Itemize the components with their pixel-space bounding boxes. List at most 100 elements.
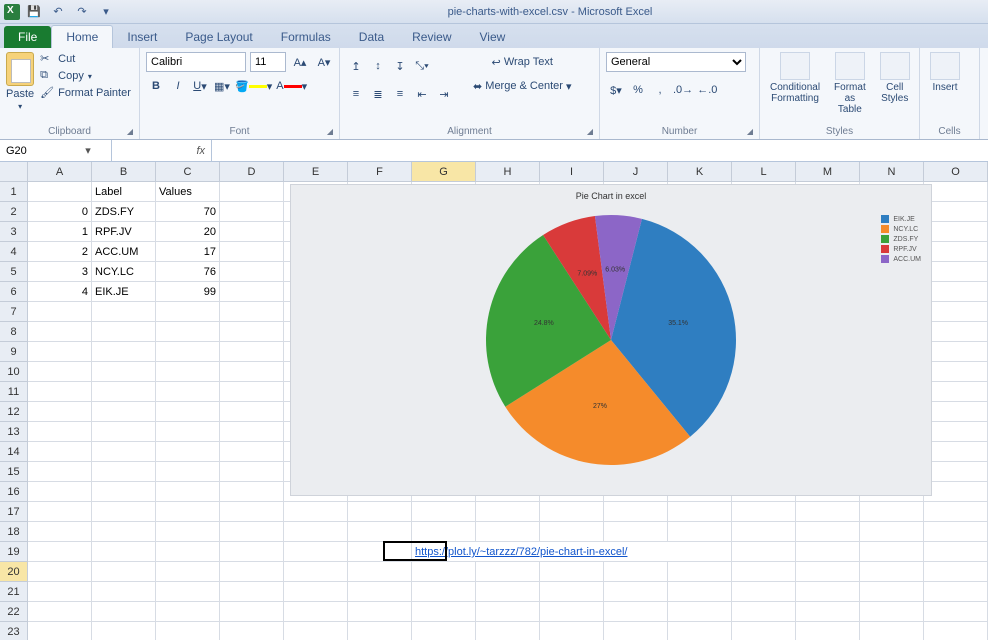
- cell-B11[interactable]: [92, 382, 156, 402]
- cell-styles-button[interactable]: Cell Styles: [876, 52, 914, 124]
- cell-A9[interactable]: [28, 342, 92, 362]
- cell-C20[interactable]: [156, 562, 220, 582]
- cell-M18[interactable]: [796, 522, 860, 542]
- cell-A20[interactable]: [28, 562, 92, 582]
- cell-B3[interactable]: RPF.JV: [92, 222, 156, 242]
- row-header-8[interactable]: 8: [0, 322, 28, 342]
- col-header-O[interactable]: O: [924, 162, 988, 182]
- cell-D22[interactable]: [220, 602, 284, 622]
- cell-L19[interactable]: [732, 542, 796, 562]
- col-header-I[interactable]: I: [540, 162, 604, 182]
- tab-view[interactable]: View: [466, 26, 520, 48]
- cell-D18[interactable]: [220, 522, 284, 542]
- cell-A17[interactable]: [28, 502, 92, 522]
- cell-O21[interactable]: [924, 582, 988, 602]
- row-header-22[interactable]: 22: [0, 602, 28, 622]
- cell-D14[interactable]: [220, 442, 284, 462]
- cell-A2[interactable]: 0: [28, 202, 92, 222]
- cell-N20[interactable]: [860, 562, 924, 582]
- cell-K20[interactable]: [668, 562, 732, 582]
- cell-B23[interactable]: [92, 622, 156, 640]
- row-header-4[interactable]: 4: [0, 242, 28, 262]
- cell-M21[interactable]: [796, 582, 860, 602]
- cell-O8[interactable]: [924, 322, 988, 342]
- cell-D15[interactable]: [220, 462, 284, 482]
- row-header-7[interactable]: 7: [0, 302, 28, 322]
- decrease-decimal-icon[interactable]: ←.0: [696, 80, 718, 100]
- col-header-N[interactable]: N: [860, 162, 924, 182]
- cell-G23[interactable]: [412, 622, 476, 640]
- align-center-icon[interactable]: ≣: [368, 84, 388, 104]
- row-header-1[interactable]: 1: [0, 182, 28, 202]
- cell-D2[interactable]: [220, 202, 284, 222]
- tab-insert[interactable]: Insert: [113, 26, 171, 48]
- cell-E19[interactable]: [284, 542, 348, 562]
- increase-font-icon[interactable]: A▴: [290, 52, 310, 72]
- cell-M19[interactable]: [796, 542, 860, 562]
- cell-G21[interactable]: [412, 582, 476, 602]
- tab-data[interactable]: Data: [345, 26, 398, 48]
- decrease-indent-icon[interactable]: ⇤: [412, 84, 432, 104]
- cell-G17[interactable]: [412, 502, 476, 522]
- cell-L18[interactable]: [732, 522, 796, 542]
- cell-G22[interactable]: [412, 602, 476, 622]
- decrease-font-icon[interactable]: A▾: [314, 52, 334, 72]
- comma-icon[interactable]: ,: [650, 80, 670, 100]
- cell-D9[interactable]: [220, 342, 284, 362]
- cell-D13[interactable]: [220, 422, 284, 442]
- cell-B18[interactable]: [92, 522, 156, 542]
- tab-formulas[interactable]: Formulas: [267, 26, 345, 48]
- cell-O11[interactable]: [924, 382, 988, 402]
- cell-O23[interactable]: [924, 622, 988, 640]
- cell-C9[interactable]: [156, 342, 220, 362]
- underline-button[interactable]: U▾: [190, 76, 210, 96]
- percent-icon[interactable]: %: [628, 80, 648, 100]
- cell-C5[interactable]: 76: [156, 262, 220, 282]
- align-left-icon[interactable]: ≡: [346, 84, 366, 104]
- cell-E20[interactable]: [284, 562, 348, 582]
- cell-D21[interactable]: [220, 582, 284, 602]
- row-header-17[interactable]: 17: [0, 502, 28, 522]
- conditional-formatting-button[interactable]: Conditional Formatting: [766, 52, 824, 124]
- tab-file[interactable]: File: [4, 26, 51, 48]
- cell-D20[interactable]: [220, 562, 284, 582]
- cell-I18[interactable]: [540, 522, 604, 542]
- cell-L20[interactable]: [732, 562, 796, 582]
- cell-C13[interactable]: [156, 422, 220, 442]
- col-header-L[interactable]: L: [732, 162, 796, 182]
- cell-D3[interactable]: [220, 222, 284, 242]
- name-box-dropdown-icon[interactable]: ▾: [80, 144, 96, 157]
- cell-O4[interactable]: [924, 242, 988, 262]
- cell-D10[interactable]: [220, 362, 284, 382]
- cell-O13[interactable]: [924, 422, 988, 442]
- cell-B21[interactable]: [92, 582, 156, 602]
- cell-B5[interactable]: NCY.LC: [92, 262, 156, 282]
- col-header-C[interactable]: C: [156, 162, 220, 182]
- cell-M20[interactable]: [796, 562, 860, 582]
- cell-D8[interactable]: [220, 322, 284, 342]
- cell-D1[interactable]: [220, 182, 284, 202]
- font-size-input[interactable]: [250, 52, 286, 72]
- alignment-dialog-launcher-icon[interactable]: ◢: [587, 127, 593, 136]
- cell-F23[interactable]: [348, 622, 412, 640]
- col-header-A[interactable]: A: [28, 162, 92, 182]
- align-top-icon[interactable]: ↥: [346, 56, 366, 76]
- align-right-icon[interactable]: ≡: [390, 84, 410, 104]
- cell-F17[interactable]: [348, 502, 412, 522]
- cell-H21[interactable]: [476, 582, 540, 602]
- name-box-input[interactable]: [0, 141, 80, 161]
- cell-E18[interactable]: [284, 522, 348, 542]
- cell-O3[interactable]: [924, 222, 988, 242]
- cell-A6[interactable]: 4: [28, 282, 92, 302]
- cell-E23[interactable]: [284, 622, 348, 640]
- cell-B13[interactable]: [92, 422, 156, 442]
- qat-dropdown-icon[interactable]: ▾: [96, 3, 116, 21]
- cell-O19[interactable]: [924, 542, 988, 562]
- number-format-select[interactable]: General: [606, 52, 746, 72]
- row-header-18[interactable]: 18: [0, 522, 28, 542]
- cell-K18[interactable]: [668, 522, 732, 542]
- currency-icon[interactable]: $▾: [606, 80, 626, 100]
- cell-J18[interactable]: [604, 522, 668, 542]
- cell-N21[interactable]: [860, 582, 924, 602]
- cell-G19[interactable]: https://plot.ly/~tarzzz/782/pie-chart-in…: [412, 542, 732, 562]
